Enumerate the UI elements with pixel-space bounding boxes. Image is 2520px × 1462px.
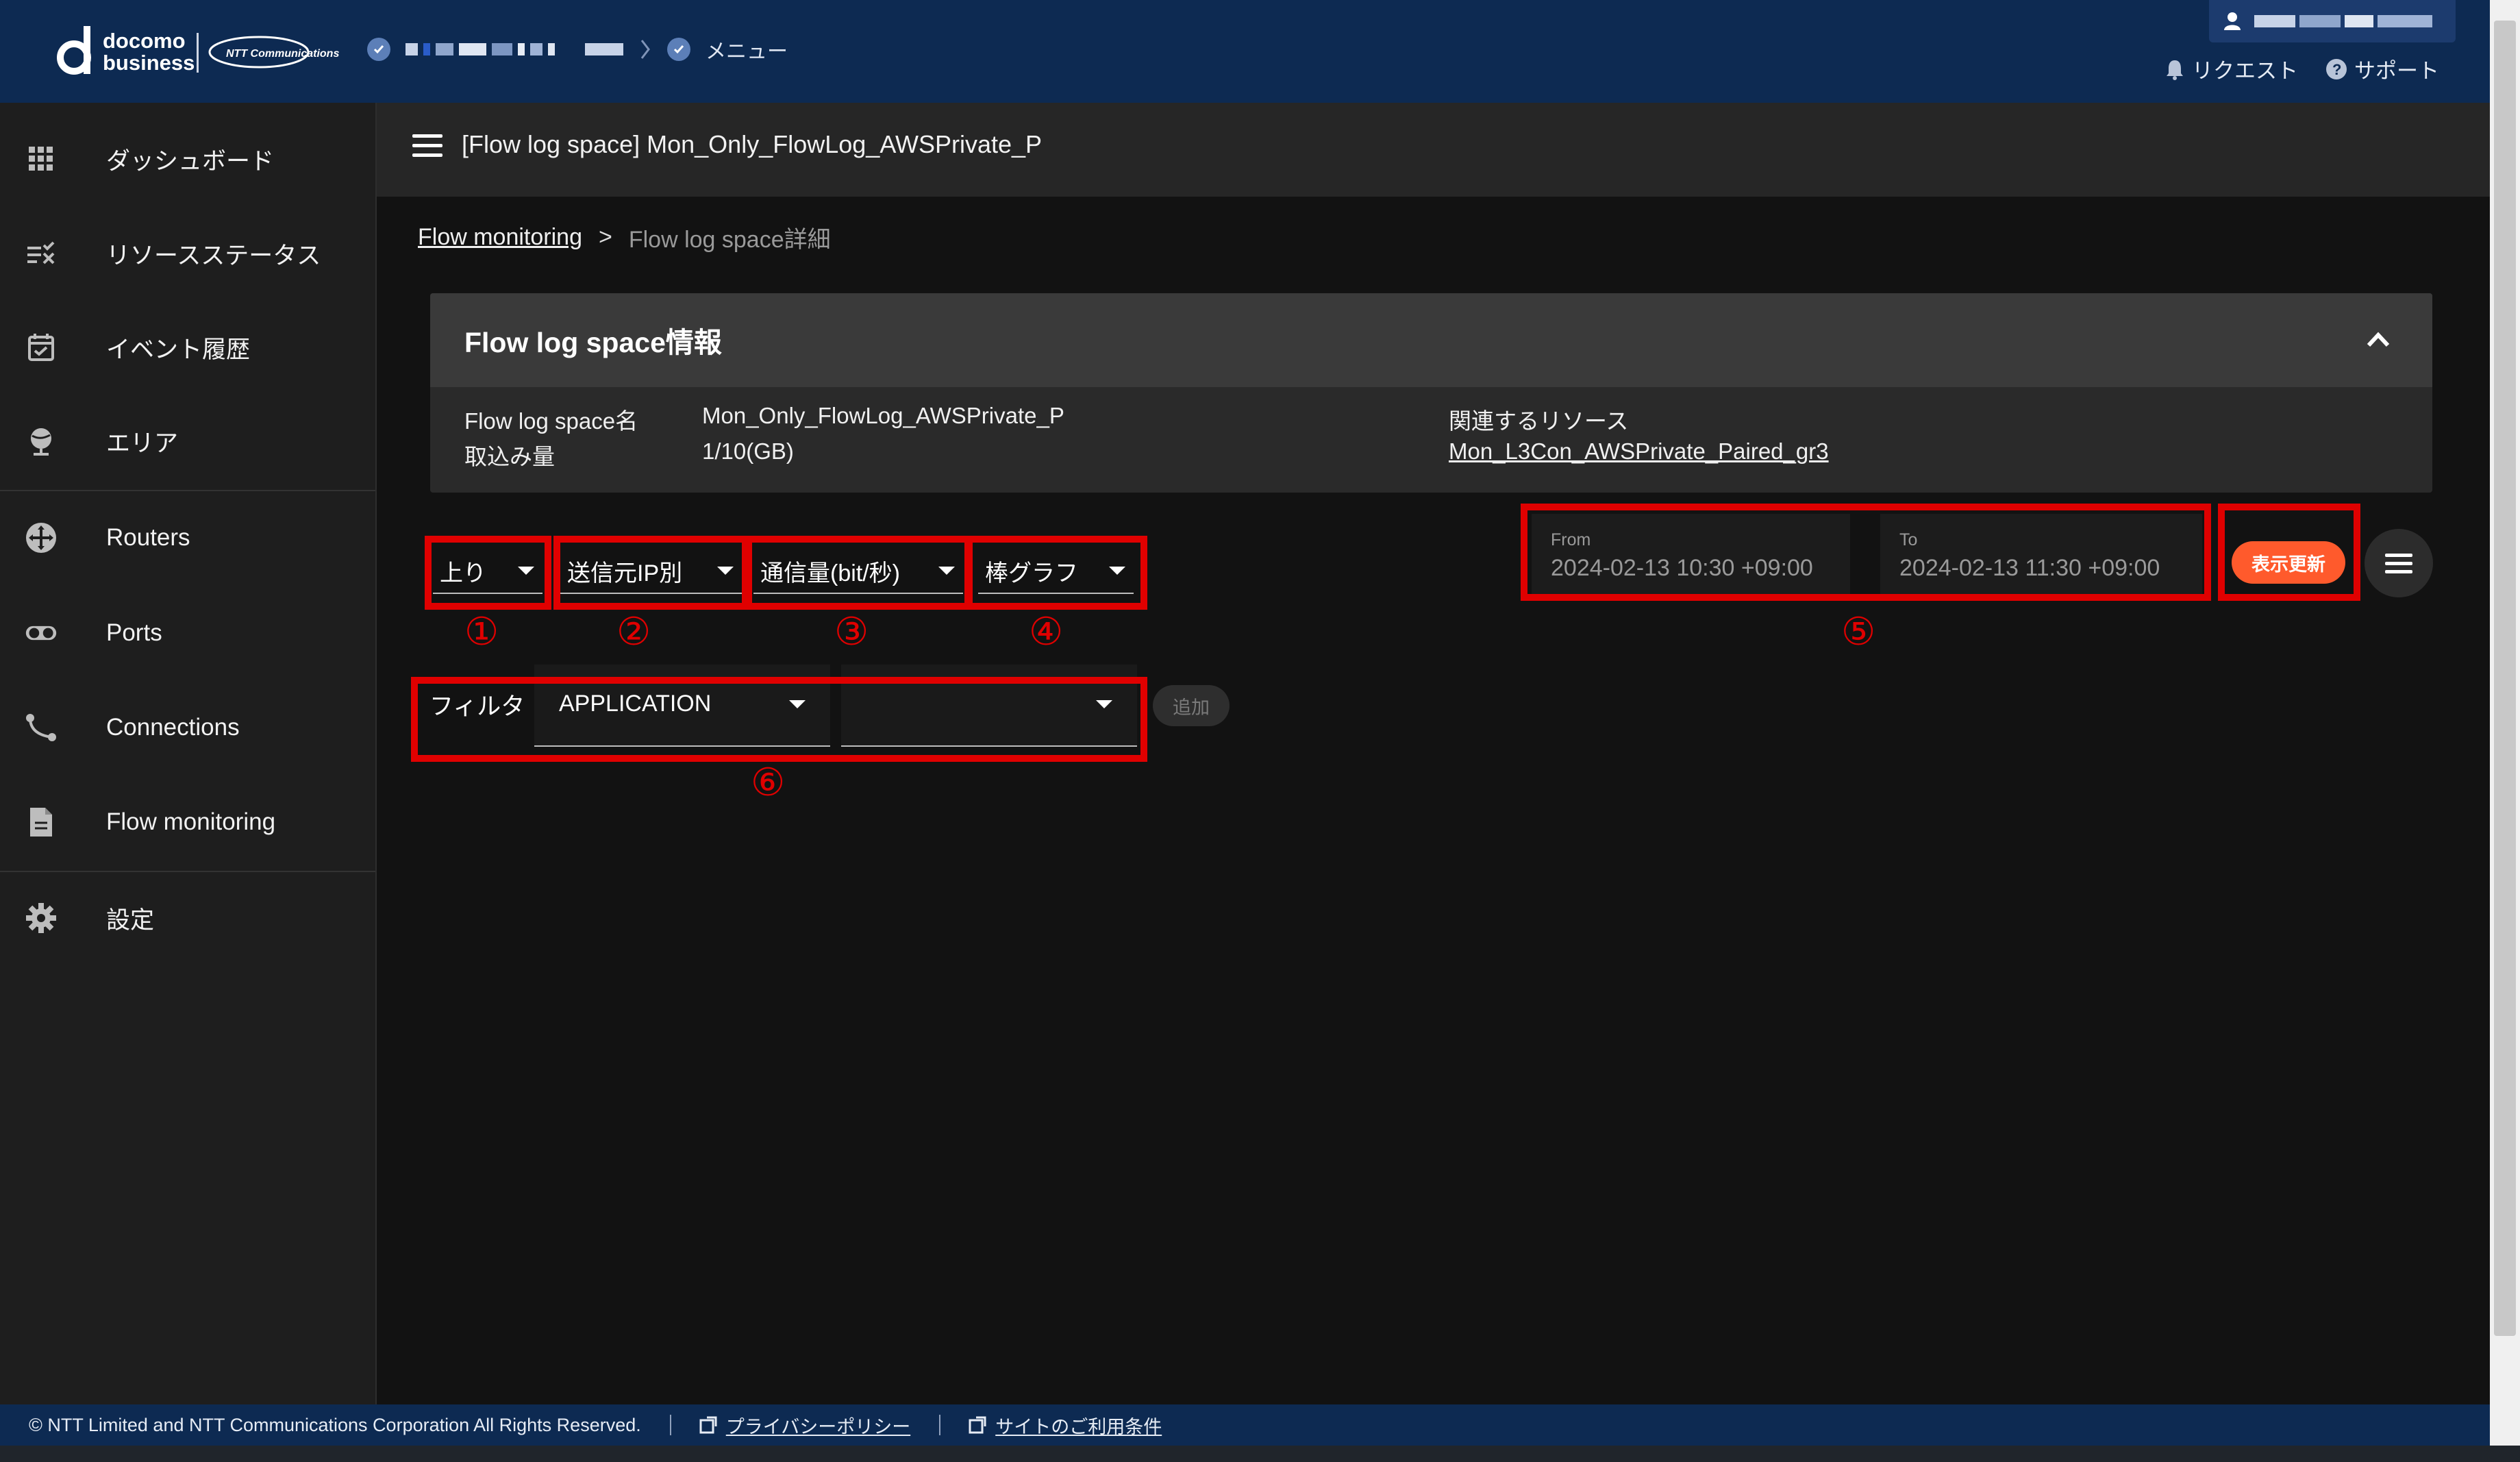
sidebar-item-label: イベント履歴 xyxy=(106,336,251,363)
annotation-number-2: ② xyxy=(616,610,651,654)
sidebar-item-resource-status[interactable]: リソースステータス xyxy=(0,212,375,295)
annotation-number-4: ④ xyxy=(1029,610,1064,654)
breadcrumb-separator: > xyxy=(598,224,612,250)
grid-icon xyxy=(25,143,58,175)
annotation-box-1 xyxy=(425,536,551,610)
support-label: サポート xyxy=(2354,59,2439,83)
privacy-policy-link[interactable]: プライバシーポリシー xyxy=(726,1412,910,1439)
globe-pin-icon xyxy=(25,425,58,458)
sidebar-item-area[interactable]: エリア xyxy=(0,400,375,482)
chevron-up-icon[interactable] xyxy=(2365,329,2392,349)
gear-icon xyxy=(25,902,58,934)
annotation-number-1: ① xyxy=(464,610,499,654)
annotation-box-3 xyxy=(745,536,971,610)
sidebar-item-routers[interactable]: Routers xyxy=(0,497,375,579)
sidebar-item-dashboard[interactable]: ダッシュボード xyxy=(0,118,375,200)
sidebar-item-label: 設定 xyxy=(106,906,155,934)
ntt-logo-text: NTT Communications xyxy=(226,48,339,60)
document-icon xyxy=(25,806,58,839)
name-value: Mon_Only_FlowLog_AWSPrivate_P xyxy=(702,403,1064,428)
chevron-right-icon xyxy=(640,40,650,59)
svg-text:?: ? xyxy=(2332,61,2341,78)
add-filter-button[interactable]: 追加 xyxy=(1153,685,1230,726)
info-panel-header[interactable] xyxy=(430,293,2432,387)
sidebar-item-label: Flow monitoring xyxy=(106,808,276,835)
footer-divider xyxy=(939,1415,941,1435)
sidebar-item-label: エリア xyxy=(106,430,179,457)
scrollbar-thumb[interactable] xyxy=(2494,21,2516,1336)
ntt-logo: NTT Communications xyxy=(208,36,339,69)
page-title: [Flow log space] Mon_Only_FlowLog_AWSPri… xyxy=(462,130,1043,158)
sidebar-item-flow-monitoring[interactable]: Flow monitoring xyxy=(0,781,375,863)
sidebar-divider xyxy=(0,490,375,491)
request-link[interactable]: リクエスト xyxy=(2165,53,2298,84)
sidebar-item-settings[interactable]: 設定 xyxy=(0,877,375,959)
router-icon xyxy=(25,521,58,554)
annotation-box-4 xyxy=(966,536,1147,610)
status-list-icon xyxy=(25,237,58,270)
footer-divider xyxy=(669,1415,671,1435)
calendar-check-icon xyxy=(25,331,58,364)
support-link[interactable]: ? サポート xyxy=(2325,53,2439,84)
footer: © NTT Limited and NTT Communications Cor… xyxy=(0,1404,2490,1446)
annotation-number-3: ③ xyxy=(834,610,869,654)
volume-label: 取込み量 xyxy=(464,444,555,469)
bell-icon xyxy=(2167,60,2183,80)
volume-value: 1/10(GB) xyxy=(702,438,794,464)
related-resource-label: 関連するリソース xyxy=(1449,408,1629,434)
check-circle-icon xyxy=(667,38,690,61)
docomo-logo-icon[interactable] xyxy=(56,26,97,75)
sidebar-item-label: Connections xyxy=(106,714,240,741)
annotation-number-6: ⑥ xyxy=(751,760,786,805)
sidebar-item-label: リソースステータス xyxy=(106,242,321,269)
annotation-box-5 xyxy=(1521,504,2211,601)
annotation-box-2 xyxy=(553,536,749,610)
user-icon xyxy=(2224,12,2241,30)
check-circle-icon xyxy=(367,38,390,61)
sidebar-item-label: Routers xyxy=(106,524,190,551)
request-label: リクエスト xyxy=(2192,59,2298,83)
external-link-icon xyxy=(969,1416,986,1434)
masked-user-name xyxy=(2254,15,2432,27)
external-link-icon xyxy=(699,1416,717,1434)
name-label: Flow log space名 xyxy=(464,408,638,434)
info-panel-title: Flow log space情報 xyxy=(464,327,722,358)
top-links: リクエスト ? サポート xyxy=(2165,53,2439,84)
port-toggle-icon xyxy=(25,617,58,649)
connection-icon xyxy=(25,711,58,744)
annotation-box-refresh xyxy=(2218,504,2360,601)
sidebar-item-label: ダッシュボード xyxy=(106,147,275,175)
related-resource-link[interactable]: Mon_L3Con_AWSPrivate_Paired_gr3 xyxy=(1449,438,1829,464)
masked-context-name xyxy=(406,43,623,55)
breadcrumb-link-flow-monitoring[interactable]: Flow monitoring xyxy=(418,224,582,251)
logo-divider xyxy=(197,33,199,73)
sidebar-item-label: Ports xyxy=(106,619,162,646)
terms-of-use-link[interactable]: サイトのご利用条件 xyxy=(995,1412,1162,1439)
os-taskbar xyxy=(0,1446,2520,1462)
brand-name: docomo business xyxy=(103,30,195,74)
context-selector[interactable]: メニュー xyxy=(367,36,788,63)
hamburger-menu-icon[interactable] xyxy=(412,134,442,158)
breadcrumb-current: Flow log space詳細 xyxy=(628,227,831,253)
help-icon: ? xyxy=(2326,58,2347,79)
breadcrumb: Flow monitoring > Flow log space詳細 xyxy=(418,221,831,254)
sidebar-divider xyxy=(0,871,375,872)
copyright-text: © NTT Limited and NTT Communications Cor… xyxy=(29,1414,641,1435)
sidebar-item-connections[interactable]: Connections xyxy=(0,686,375,769)
sidebar-item-ports[interactable]: Ports xyxy=(0,592,375,674)
user-menu[interactable] xyxy=(2209,0,2456,42)
sidebar: ダッシュボード リソースステータス イベント履歴 エリア Routers Por… xyxy=(0,103,377,1404)
brand-line1: docomo xyxy=(103,29,186,53)
sidebar-item-event-history[interactable]: イベント履歴 xyxy=(0,306,375,388)
menu-label[interactable]: メニュー xyxy=(706,34,788,64)
brand-line2: business xyxy=(103,51,195,75)
options-menu-icon[interactable] xyxy=(2365,529,2433,597)
annotation-box-6 xyxy=(411,677,1147,762)
annotation-number-5: ⑤ xyxy=(1841,610,1876,654)
